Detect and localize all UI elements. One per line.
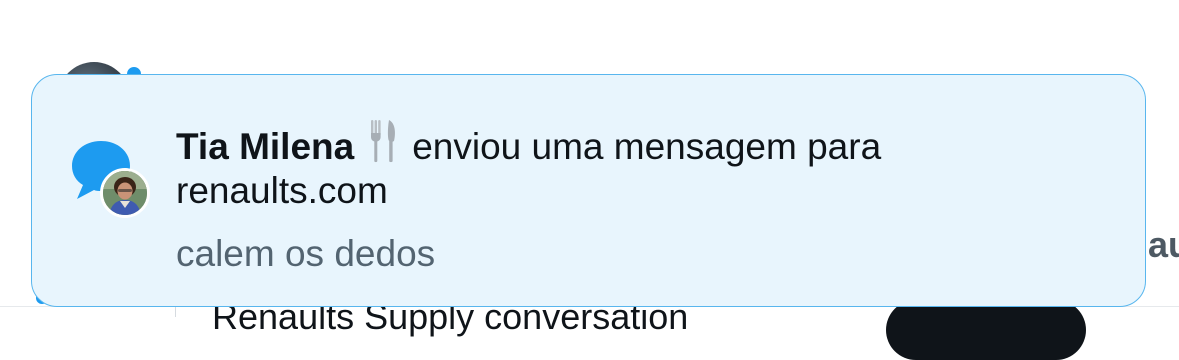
notification-action-text: enviou uma mensagem para (412, 126, 882, 167)
sender-name[interactable]: Tia Milena (176, 126, 354, 167)
recipient-account[interactable]: renaults.com (176, 170, 388, 212)
fork-and-knife-icon (371, 120, 396, 163)
message-notification-toast[interactable]: Tia Milena enviou uma mensagem para rena… (31, 74, 1146, 307)
notification-headline: Tia Milena enviou uma mensagem para (176, 119, 881, 168)
message-preview: calem os dedos (176, 233, 436, 274)
sender-avatar[interactable] (100, 168, 150, 218)
sender-avatar-photo (103, 171, 147, 215)
background-side-text: au (1148, 224, 1179, 265)
background-action-button[interactable] (886, 300, 1086, 360)
